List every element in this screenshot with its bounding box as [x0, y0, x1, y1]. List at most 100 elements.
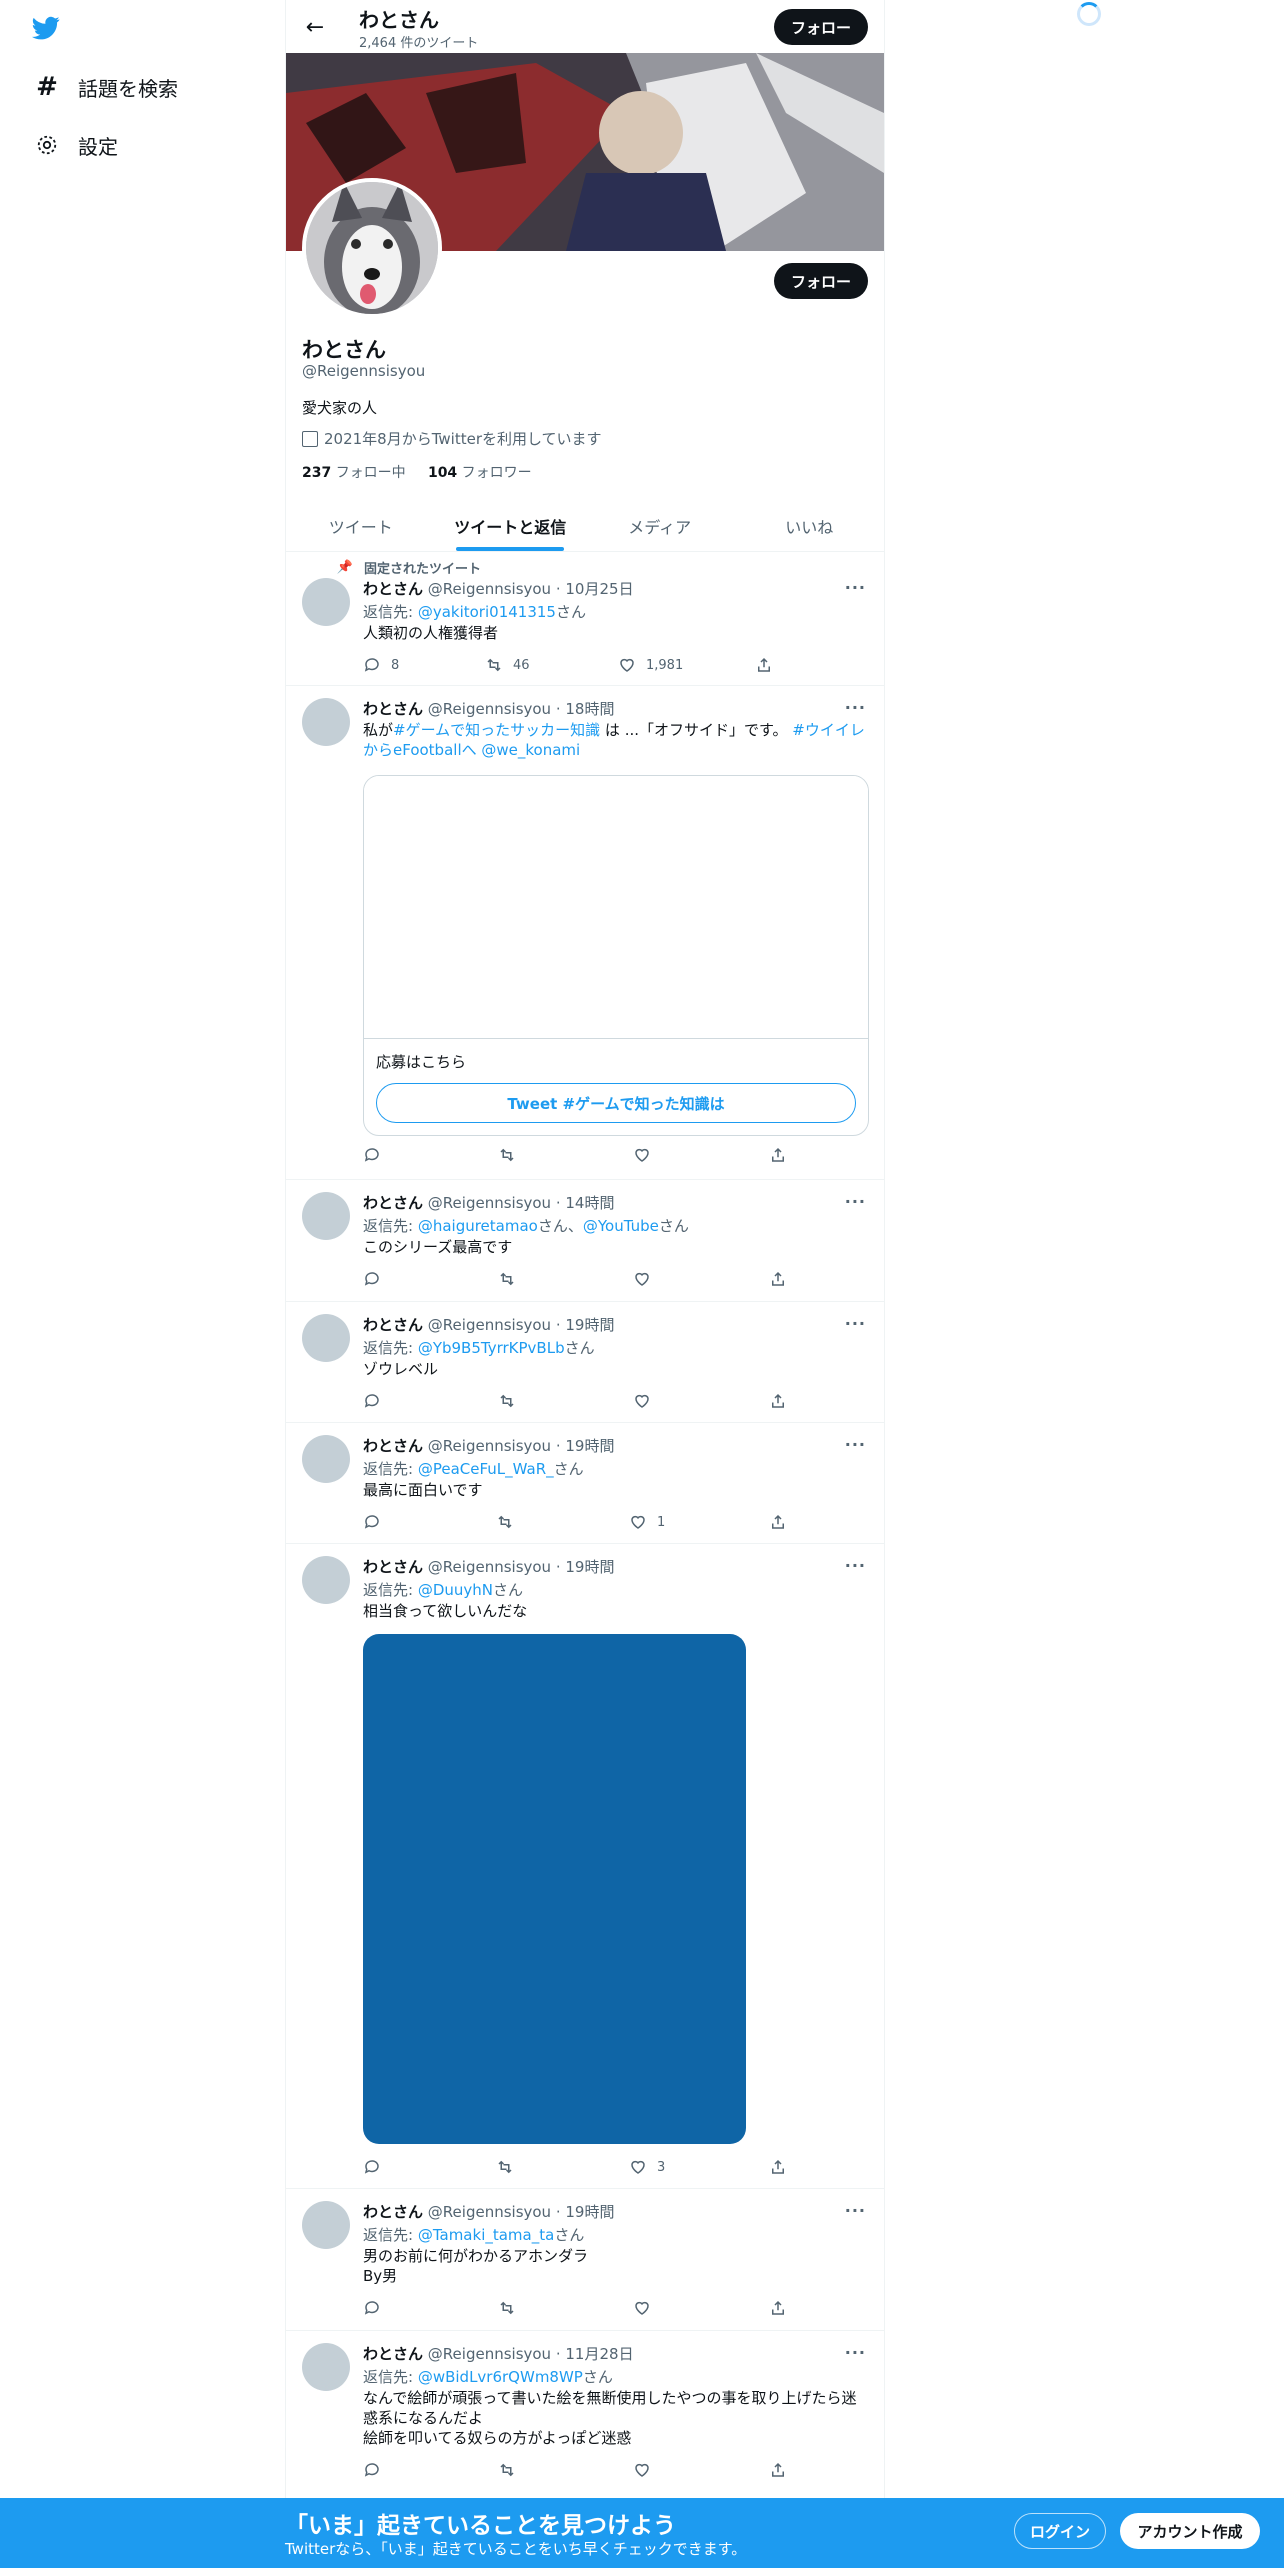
retweet-button[interactable]: [498, 2299, 526, 2317]
signup-button[interactable]: アカウント作成: [1120, 2513, 1260, 2549]
reply-button[interactable]: [363, 1513, 391, 1531]
share-button[interactable]: [769, 1146, 797, 1164]
like-button[interactable]: [633, 2461, 661, 2479]
share-button[interactable]: [769, 1270, 797, 1288]
like-button[interactable]: [633, 1146, 661, 1164]
share-button[interactable]: [769, 2158, 797, 2176]
share-icon: [772, 1514, 784, 1529]
tweet-avatar[interactable]: [302, 1556, 350, 1604]
retweet-button[interactable]: [498, 2461, 526, 2479]
card-tweet-button[interactable]: Tweet #ゲームで知った知識は: [376, 1083, 856, 1123]
retweet-icon: [487, 658, 501, 672]
hashtag-link[interactable]: #ゲームで知ったサッカー知識: [393, 721, 600, 739]
more-options-icon[interactable]: ···: [845, 1192, 866, 1211]
like-button[interactable]: [633, 2299, 661, 2317]
nav-item-explore[interactable]: # 話題を検索: [34, 67, 178, 107]
tweet-avatar[interactable]: [302, 1314, 350, 1362]
mention-link[interactable]: @yakitori0141315: [418, 603, 556, 621]
retweet-button[interactable]: [498, 1392, 526, 1410]
share-icon: [772, 2159, 784, 2174]
reply-button[interactable]: [363, 2299, 391, 2317]
more-options-icon[interactable]: ···: [845, 2201, 866, 2220]
tweet[interactable]: わとさん @Reigennsisyou · 10月25日 ··· 返信先: @y…: [286, 552, 884, 686]
share-button[interactable]: [769, 2299, 797, 2317]
more-options-icon[interactable]: ···: [845, 698, 866, 717]
like-button[interactable]: 1: [629, 1513, 665, 1531]
twitter-bird-icon[interactable]: [30, 14, 66, 44]
followers-link[interactable]: 104 フォロワー: [428, 465, 532, 481]
tweet-avatar[interactable]: [302, 1192, 350, 1240]
card-label: 応募はこちら: [376, 1053, 467, 1071]
like-button[interactable]: 3: [629, 2158, 665, 2176]
retweet-button[interactable]: [498, 1146, 526, 1164]
following-link[interactable]: 237 フォロー中: [302, 465, 406, 481]
more-options-icon[interactable]: ···: [845, 1435, 866, 1454]
mention-link[interactable]: @PeaCeFuL_WaR_: [418, 1460, 554, 1478]
tweet[interactable]: わとさん @Reigennsisyou · 19時間 ··· 返信先: @Tam…: [286, 2189, 884, 2331]
tweet[interactable]: わとさん @Reigennsisyou · 18時間 ··· 私が#ゲームで知っ…: [286, 686, 884, 1180]
heart-icon: [635, 1148, 649, 1162]
reply-icon: [364, 1148, 379, 1162]
tweet-media-image[interactable]: [363, 1634, 746, 2144]
tweet-card[interactable]: 応募はこちら Tweet #ゲームで知った知識は: [363, 775, 869, 1136]
reply-button[interactable]: [363, 1392, 391, 1410]
mention-link[interactable]: @wBidLvr6rQWm8WP: [418, 2368, 583, 2386]
tweet-text: 相当食って欲しいんだな: [363, 1602, 528, 1620]
more-options-icon[interactable]: ···: [845, 2343, 866, 2362]
reply-button[interactable]: [363, 2158, 391, 2176]
tab-media[interactable]: メディア: [585, 500, 735, 551]
reply-context: 返信先: @wBidLvr6rQWm8WPさん: [363, 2368, 613, 2386]
tweet-text: 男のお前に何がわかるアホンダラ By男: [363, 2247, 589, 2285]
reply-button[interactable]: 8: [363, 656, 399, 674]
tweet-header: わとさん @Reigennsisyou · 18時間: [363, 700, 615, 718]
share-button[interactable]: [769, 2461, 797, 2479]
tweet[interactable]: わとさん @Reigennsisyou · 11月28日 ··· 返信先: @w…: [286, 2331, 884, 2499]
tab-tweets-replies[interactable]: ツイートと返信: [436, 500, 586, 551]
tweet[interactable]: わとさん @Reigennsisyou · 19時間 ··· 返信先: @Pea…: [286, 1423, 884, 1544]
reply-icon: [364, 658, 379, 672]
more-options-icon[interactable]: ···: [845, 1314, 866, 1333]
tweet[interactable]: わとさん @Reigennsisyou · 14時間 ··· 返信先: @hai…: [286, 1180, 884, 1302]
header-follow-button[interactable]: フォロー: [774, 9, 868, 45]
retweet-button[interactable]: [496, 2158, 524, 2176]
hashtag-icon: #: [36, 72, 58, 102]
profile-avatar[interactable]: [302, 178, 442, 318]
profile-bio: 愛犬家の人: [302, 399, 378, 417]
like-button[interactable]: 1,981: [618, 656, 683, 674]
tweet[interactable]: わとさん @Reigennsisyou · 19時間 ··· 返信先: @Yb9…: [286, 1302, 884, 1423]
share-button[interactable]: [769, 1513, 797, 1531]
tweet[interactable]: わとさん @Reigennsisyou · 19時間 ··· 返信先: @Duu…: [286, 1544, 884, 2189]
retweet-button[interactable]: [498, 1270, 526, 1288]
back-arrow-icon[interactable]: ←: [300, 12, 330, 42]
more-options-icon[interactable]: ···: [845, 578, 866, 597]
retweet-button[interactable]: 46: [485, 656, 530, 674]
tab-tweets[interactable]: ツイート: [286, 500, 436, 551]
card-image-placeholder: [364, 776, 868, 1039]
more-options-icon[interactable]: ···: [845, 1556, 866, 1575]
tweet-avatar[interactable]: [302, 2343, 350, 2391]
tab-likes[interactable]: いいね: [735, 500, 885, 551]
share-button[interactable]: [755, 656, 783, 674]
retweet-button[interactable]: [496, 1513, 524, 1531]
reply-button[interactable]: [363, 2461, 391, 2479]
like-button[interactable]: [633, 1392, 661, 1410]
tweet-avatar[interactable]: [302, 578, 350, 626]
nav-item-settings[interactable]: 設定: [34, 125, 118, 165]
tweet-avatar[interactable]: [302, 698, 350, 746]
tweet-avatar[interactable]: [302, 1435, 350, 1483]
share-button[interactable]: [769, 1392, 797, 1410]
mention-link[interactable]: @Tamaki_tama_ta: [418, 2226, 554, 2244]
profile-follow-button[interactable]: フォロー: [774, 263, 868, 299]
login-button[interactable]: ログイン: [1014, 2513, 1106, 2549]
reply-button[interactable]: [363, 1270, 391, 1288]
mention-link[interactable]: @we_konami: [481, 741, 580, 759]
mention-link[interactable]: @YouTube: [583, 1217, 659, 1235]
mention-link[interactable]: @DuuyhN: [418, 1581, 493, 1599]
reply-button[interactable]: [363, 1146, 391, 1164]
like-button[interactable]: [633, 1270, 661, 1288]
retweet-icon: [500, 1394, 514, 1408]
tweet-text: ゾウレベル: [363, 1360, 439, 1378]
mention-link[interactable]: @haiguretamao: [418, 1217, 538, 1235]
tweet-avatar[interactable]: [302, 2201, 350, 2249]
mention-link[interactable]: @Yb9B5TyrrKPvBLb: [418, 1339, 565, 1357]
